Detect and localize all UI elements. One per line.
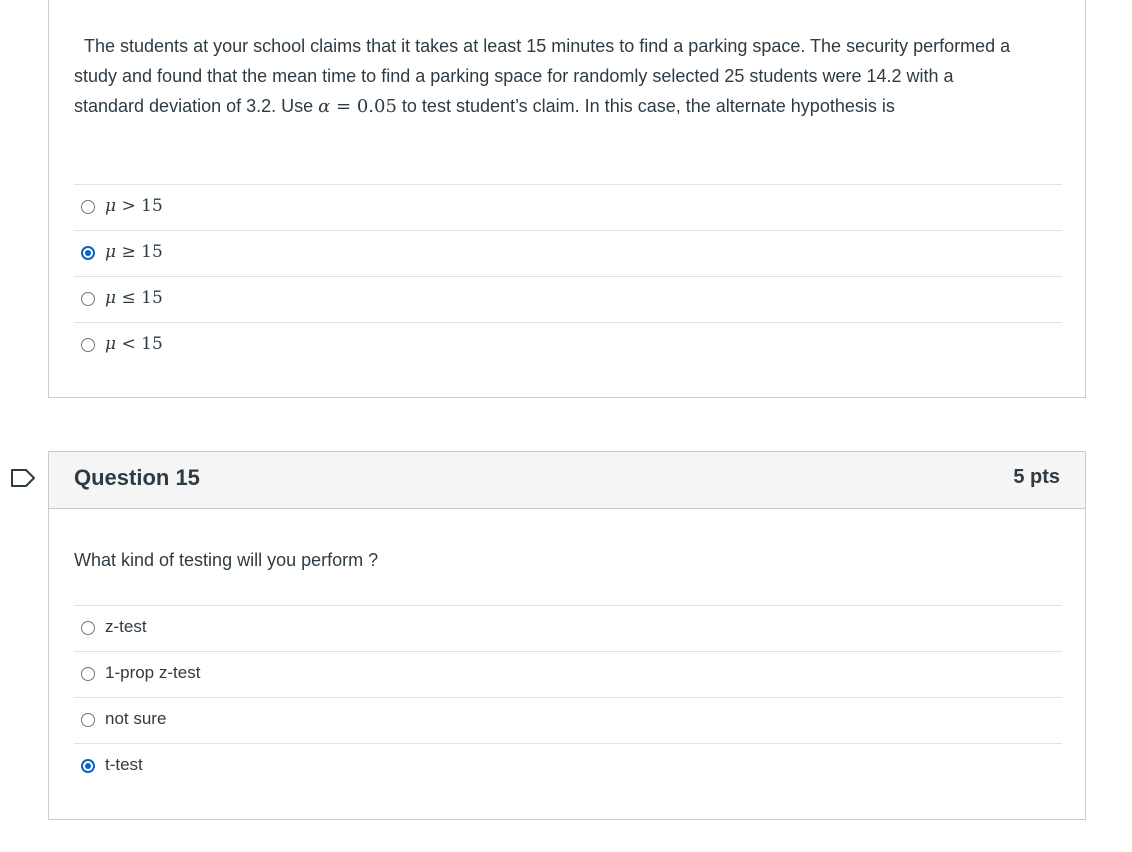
answer-label: μ ≥ 15: [105, 242, 163, 262]
radio-button[interactable]: [81, 338, 95, 352]
question-14-card: The students at your school claims that …: [48, 0, 1086, 398]
question-15-text: What kind of testing will you perform ?: [74, 550, 379, 570]
answer-option[interactable]: z-test: [74, 605, 1062, 651]
answer-option[interactable]: t-test: [74, 743, 1062, 789]
question-15-answers: z-test 1-prop z-test not sure t-test: [74, 605, 1062, 789]
answer-option[interactable]: 1-prop z-test: [74, 651, 1062, 697]
answer-label: 1-prop z-test: [105, 663, 201, 682]
answer-label: μ > 15: [105, 196, 163, 216]
answer-option[interactable]: not sure: [74, 697, 1062, 743]
answer-label: μ ≤ 15: [105, 288, 163, 308]
radio-button-selected[interactable]: [81, 246, 95, 260]
answer-label: t-test: [105, 755, 143, 774]
radio-button[interactable]: [81, 713, 95, 727]
answer-label: not sure: [105, 709, 167, 728]
answer-option[interactable]: μ ≤ 15: [74, 276, 1062, 322]
radio-button[interactable]: [81, 667, 95, 681]
question-14-text: The students at your school claims that …: [74, 36, 1011, 117]
answer-option[interactable]: μ < 15: [74, 322, 1062, 368]
answer-label: z-test: [105, 617, 147, 636]
answer-option[interactable]: μ > 15: [74, 184, 1062, 230]
question-15-card: Question 15 5 pts What kind of testing w…: [48, 451, 1086, 820]
answer-label: μ < 15: [105, 334, 163, 354]
radio-button[interactable]: [81, 292, 95, 306]
question-points: 5 pts: [1013, 466, 1060, 488]
question-14-answers: μ > 15 μ ≥ 15 μ ≤ 15 μ < 15: [74, 184, 1062, 368]
question-header: Question 15 5 pts: [49, 452, 1085, 509]
bookmark-flag-icon[interactable]: [10, 468, 36, 488]
radio-button[interactable]: [81, 621, 95, 635]
radio-button[interactable]: [81, 200, 95, 214]
radio-button-selected[interactable]: [81, 759, 95, 773]
question-title: Question 15: [74, 465, 200, 490]
answer-option[interactable]: μ ≥ 15: [74, 230, 1062, 276]
